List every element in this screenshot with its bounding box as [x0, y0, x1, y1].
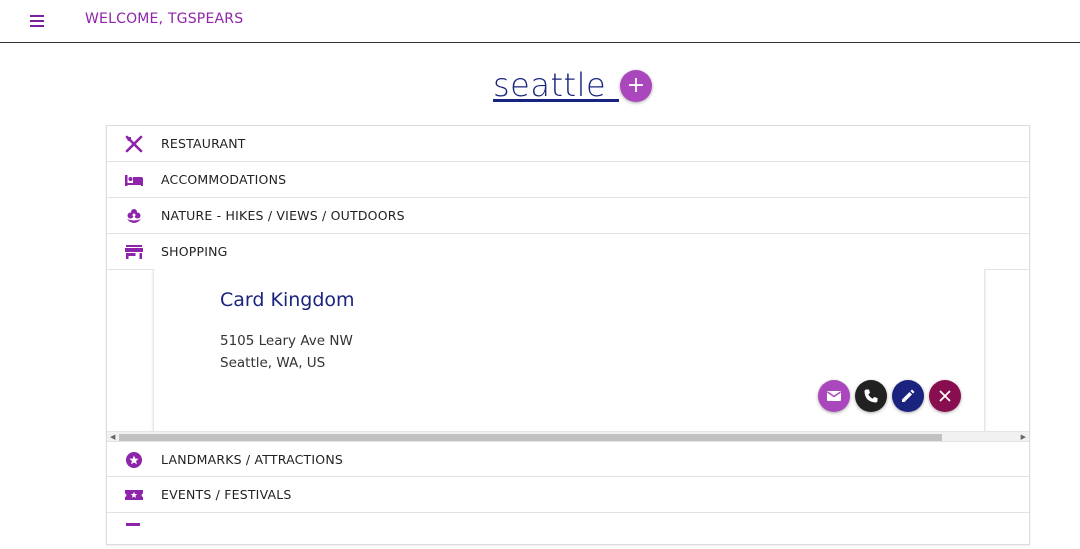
- category-label: ACCOMMODATIONS: [161, 172, 287, 187]
- delete-button[interactable]: [929, 380, 961, 412]
- category-nature[interactable]: NATURE - HIKES / VIEWS / OUTDOORS: [107, 198, 1029, 234]
- category-label: NATURE - HIKES / VIEWS / OUTDOORS: [161, 208, 405, 223]
- star-circle-icon: [126, 452, 142, 468]
- pencil-icon: [902, 389, 915, 402]
- category-restaurant[interactable]: RESTAURANT: [107, 126, 1029, 162]
- category-accommodations[interactable]: ACCOMMODATIONS: [107, 162, 1029, 198]
- city-title-underline: [493, 99, 619, 102]
- place-name: Card Kingdom: [220, 289, 355, 311]
- place-address-line1: 5105 Leary Ave NW: [220, 333, 353, 349]
- welcome-text: WELCOME, TGSPEARS: [85, 11, 244, 27]
- close-icon: [939, 390, 951, 402]
- category-label: RESTAURANT: [161, 136, 246, 151]
- place-address-line2: Seattle, WA, US: [220, 355, 326, 371]
- store-icon: [125, 245, 143, 259]
- horizontal-scrollbar[interactable]: ◀ ▶: [107, 431, 1029, 441]
- category-accordion: RESTAURANT ACCOMMODATIONS NATURE - HIKES…: [106, 125, 1030, 545]
- city-title[interactable]: seattle: [493, 68, 606, 102]
- edit-button[interactable]: [892, 380, 924, 412]
- flower-icon: [127, 209, 141, 223]
- scrollbar-thumb[interactable]: [119, 434, 942, 441]
- city-header: seattle +: [0, 64, 1080, 108]
- category-shopping[interactable]: SHOPPING: [107, 234, 1029, 270]
- category-label: SHOPPING: [161, 244, 228, 259]
- utensils-icon: [125, 135, 143, 153]
- category-partial-row[interactable]: [107, 513, 1029, 549]
- email-button[interactable]: [818, 380, 850, 412]
- phone-button[interactable]: [855, 380, 887, 412]
- phone-icon: [864, 389, 878, 403]
- ticket-icon: [125, 490, 143, 500]
- shopping-expanded-panel: Card Kingdom 5105 Leary Ave NW Seattle, …: [107, 269, 1029, 441]
- place-card: Card Kingdom 5105 Leary Ave NW Seattle, …: [153, 269, 985, 431]
- category-landmarks[interactable]: LANDMARKS / ATTRACTIONS: [107, 441, 1029, 477]
- top-bar: WELCOME, TGSPEARS: [0, 0, 1080, 43]
- add-city-button[interactable]: +: [620, 70, 652, 102]
- category-label: EVENTS / FESTIVALS: [161, 487, 292, 502]
- hamburger-menu-icon[interactable]: [28, 11, 48, 31]
- category-icon: [126, 523, 140, 526]
- category-label: LANDMARKS / ATTRACTIONS: [161, 452, 344, 467]
- scroll-left-arrow-icon[interactable]: ◀: [110, 433, 115, 441]
- category-events[interactable]: EVENTS / FESTIVALS: [107, 477, 1029, 513]
- bed-icon: [125, 175, 143, 186]
- scroll-right-arrow-icon[interactable]: ▶: [1021, 433, 1026, 441]
- mail-icon: [827, 391, 841, 401]
